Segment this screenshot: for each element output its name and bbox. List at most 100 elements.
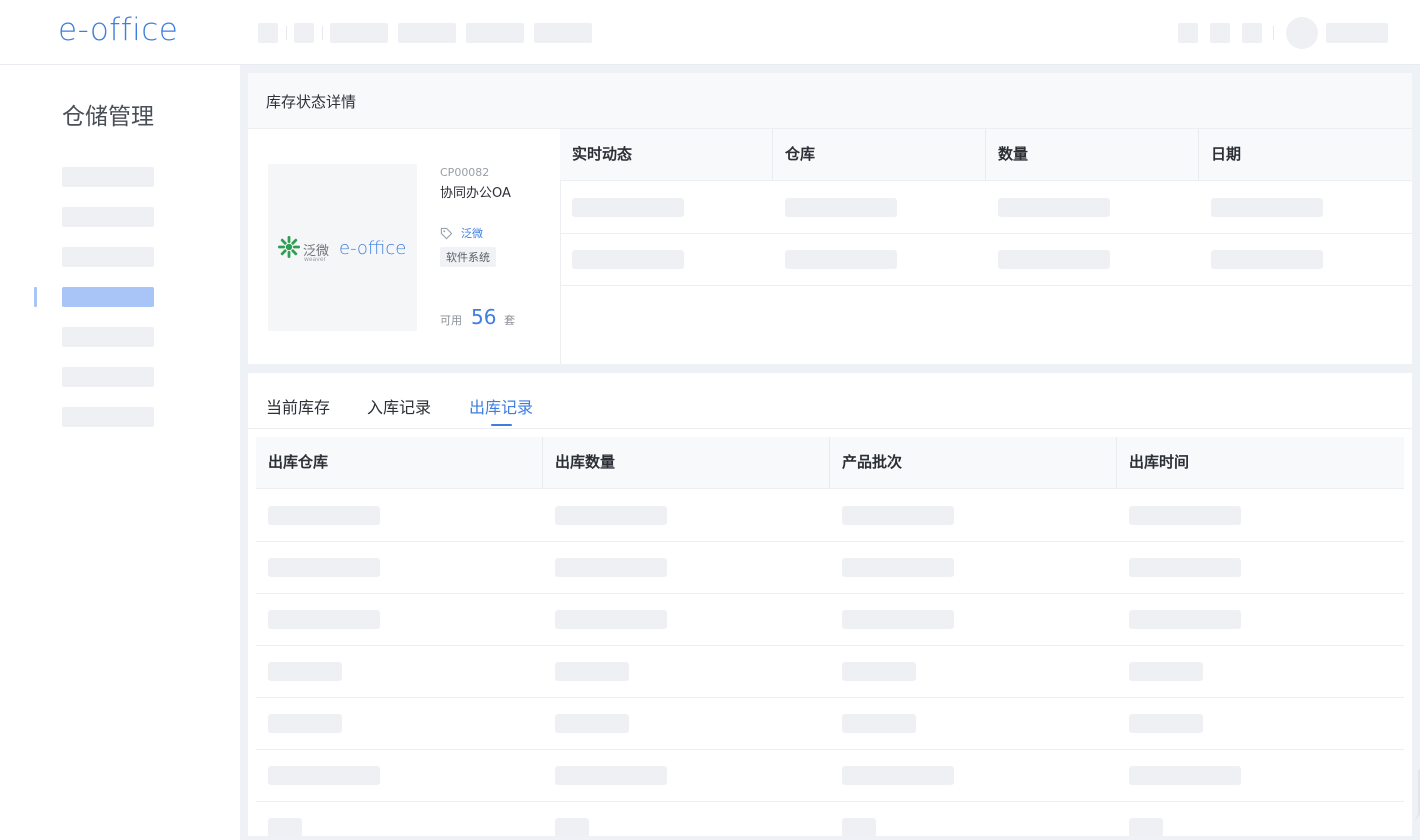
product-image: 泛微 weaver e-office	[268, 164, 417, 331]
cell-placeholder	[555, 714, 629, 733]
cell-placeholder	[1129, 714, 1203, 733]
cell-placeholder	[998, 250, 1110, 269]
cell-placeholder	[842, 766, 954, 785]
cell-placeholder	[1129, 662, 1203, 681]
header-nav-placeholder[interactable]	[294, 23, 314, 43]
header-tool-placeholder[interactable]	[1210, 23, 1230, 43]
sidebar-item[interactable]	[62, 167, 154, 187]
available-label: 可用	[440, 314, 462, 327]
column-header[interactable]: 出库仓库	[256, 437, 543, 488]
records-panel: 当前库存 入库记录 出库记录 出库仓库 出库数量 产品批次 出库时间	[248, 373, 1412, 836]
tab-outbound-records[interactable]: 出库记录	[469, 394, 533, 418]
cell-placeholder	[555, 662, 629, 681]
panel-title: 库存状态详情	[266, 93, 357, 111]
cell-placeholder	[1129, 610, 1241, 629]
cell-placeholder	[268, 766, 380, 785]
sidebar-item[interactable]	[62, 367, 154, 387]
product-category-tag: 软件系统	[440, 247, 496, 267]
sidebar-item-active[interactable]	[62, 287, 154, 307]
cell-placeholder	[268, 818, 302, 836]
cell-placeholder	[555, 506, 667, 525]
sidebar-item[interactable]	[62, 207, 154, 227]
table-header-row: 实时动态 仓库 数量 日期	[560, 129, 1412, 181]
table-header-row: 出库仓库 出库数量 产品批次 出库时间	[256, 437, 1404, 489]
app-logo[interactable]: e-office	[58, 12, 178, 48]
table-row[interactable]	[256, 697, 1404, 750]
header-divider	[286, 26, 287, 40]
image-brand-en: weaver	[304, 256, 326, 263]
cell-placeholder	[555, 610, 667, 629]
header-nav-placeholder[interactable]	[466, 23, 524, 43]
outbound-records-table: 出库仓库 出库数量 产品批次 出库时间	[256, 437, 1404, 836]
sidebar-item[interactable]	[62, 247, 154, 267]
column-header[interactable]: 出库时间	[1117, 437, 1404, 488]
active-nav-marker	[34, 287, 37, 307]
table-row[interactable]	[256, 645, 1404, 698]
column-header[interactable]: 实时动态	[560, 129, 773, 180]
table-row[interactable]	[256, 541, 1404, 594]
header-divider	[1273, 26, 1274, 40]
cell-placeholder	[1211, 198, 1323, 217]
product-code: CP00082	[440, 166, 490, 179]
table-row[interactable]	[256, 593, 1404, 646]
header-tool-placeholder[interactable]	[1242, 23, 1262, 43]
tab-current-stock[interactable]: 当前库存	[266, 394, 330, 418]
table-row[interactable]	[256, 489, 1404, 542]
product-brand-link[interactable]: 泛微	[461, 225, 483, 241]
column-header[interactable]: 产品批次	[830, 437, 1117, 488]
column-header[interactable]: 数量	[986, 129, 1199, 180]
username-placeholder[interactable]	[1326, 23, 1388, 43]
cell-placeholder	[785, 250, 897, 269]
cell-placeholder	[842, 558, 954, 577]
table-row[interactable]	[256, 749, 1404, 802]
column-header[interactable]: 出库数量	[543, 437, 830, 488]
inventory-detail-panel: 库存状态详情 泛微 weaver e-office CP00082 协同办公OA…	[248, 73, 1412, 364]
sidebar-item[interactable]	[62, 407, 154, 427]
cell-placeholder	[268, 662, 342, 681]
module-title: 仓储管理	[62, 104, 154, 130]
cell-placeholder	[555, 766, 667, 785]
product-card: 泛微 weaver e-office CP00082 协同办公OA 泛微 软件系…	[248, 129, 561, 364]
table-row[interactable]	[256, 801, 1404, 836]
cell-placeholder	[268, 558, 380, 577]
panel-header: 库存状态详情	[248, 73, 1412, 129]
realtime-dynamics-table: 实时动态 仓库 数量 日期	[560, 129, 1412, 364]
header-divider	[322, 26, 323, 40]
cell-placeholder	[842, 662, 916, 681]
available-unit: 套	[504, 314, 515, 327]
column-header[interactable]: 仓库	[773, 129, 986, 180]
weaver-logo-icon	[278, 236, 300, 258]
cell-placeholder	[842, 506, 954, 525]
cell-placeholder	[268, 506, 380, 525]
table-row[interactable]	[560, 181, 1412, 234]
tab-inbound-records[interactable]: 入库记录	[367, 394, 431, 418]
cell-placeholder	[268, 714, 342, 733]
cell-placeholder	[555, 818, 589, 836]
header-nav-placeholder[interactable]	[534, 23, 592, 43]
cell-placeholder	[1211, 250, 1323, 269]
cell-placeholder	[1129, 558, 1241, 577]
column-header[interactable]: 日期	[1199, 129, 1412, 180]
cell-placeholder	[555, 558, 667, 577]
cell-placeholder	[998, 198, 1110, 217]
header-nav-placeholder[interactable]	[258, 23, 278, 43]
cell-placeholder	[785, 198, 897, 217]
cell-placeholder	[1129, 766, 1241, 785]
header-nav-placeholder[interactable]	[330, 23, 388, 43]
top-header: e-office	[0, 0, 1420, 65]
sidebar-item[interactable]	[62, 327, 154, 347]
avatar[interactable]	[1286, 17, 1318, 49]
tag-icon	[440, 227, 453, 240]
image-product-name: e-office	[339, 238, 407, 259]
product-name: 协同办公OA	[440, 186, 511, 201]
table-row[interactable]	[560, 233, 1412, 286]
cell-placeholder	[572, 250, 684, 269]
header-nav-placeholder[interactable]	[398, 23, 456, 43]
active-tab-indicator	[491, 424, 512, 426]
available-count: 56	[471, 305, 497, 329]
header-tool-placeholder[interactable]	[1178, 23, 1198, 43]
cell-placeholder	[1129, 818, 1163, 836]
record-tabs: 当前库存 入库记录 出库记录	[248, 373, 1412, 429]
cell-placeholder	[572, 198, 684, 217]
page-scrollbar[interactable]	[1412, 770, 1420, 820]
